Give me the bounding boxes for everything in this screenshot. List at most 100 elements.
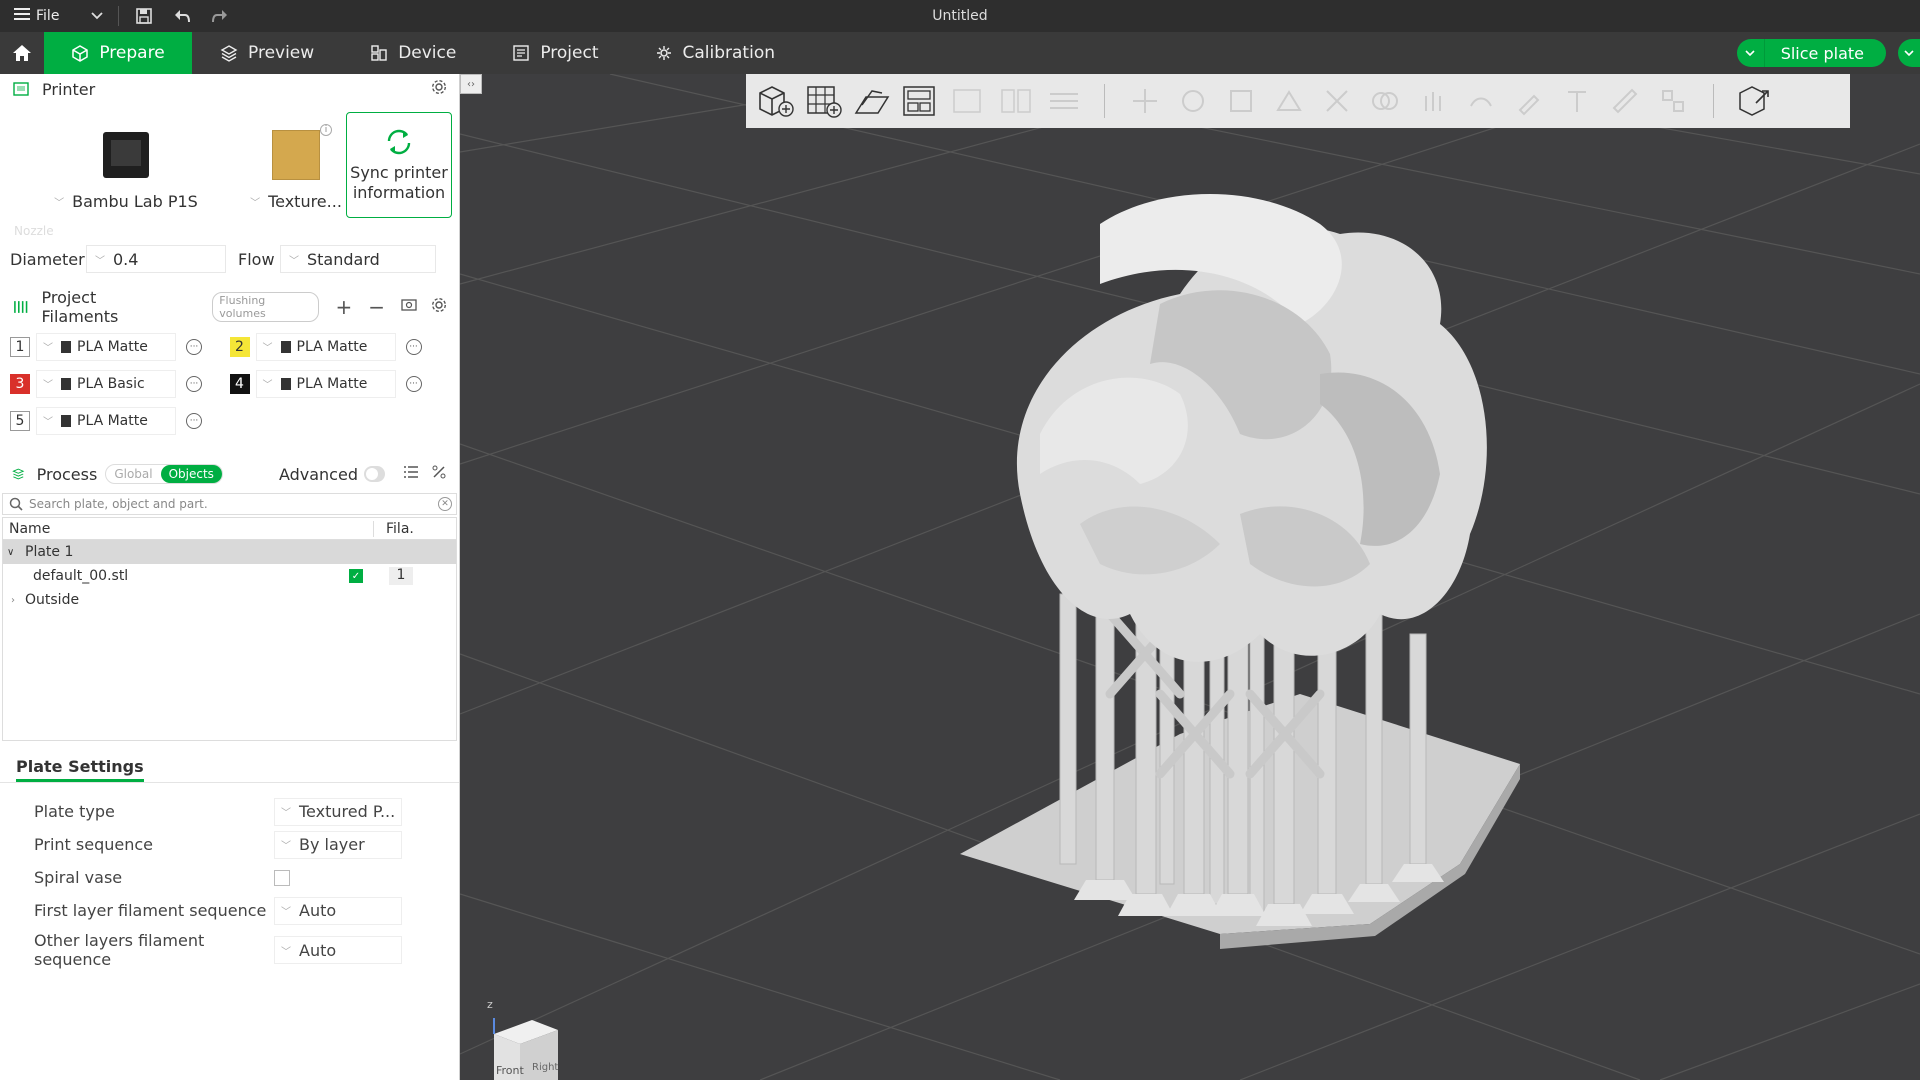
printer-name: Bambu Lab P1S — [72, 192, 198, 211]
text-shape-icon[interactable] — [1553, 77, 1601, 125]
other-layers-sequence-select[interactable]: ﹀ Auto — [274, 936, 402, 964]
first-layer-sequence-row: First layer filament sequence ﹀ Auto — [0, 894, 459, 927]
measure-icon[interactable] — [1601, 77, 1649, 125]
process-scope-toggle[interactable]: Global Objects — [105, 464, 223, 484]
layers-editing-icon[interactable] — [1040, 77, 1088, 125]
first-layer-sequence-label: First layer filament sequence — [34, 901, 267, 920]
clear-search-icon[interactable]: ✕ — [438, 497, 452, 511]
tab-prepare-label: Prepare — [99, 43, 165, 63]
move-icon[interactable] — [1121, 77, 1169, 125]
sync-label-line1: Sync printer — [350, 163, 448, 182]
filament-brand-icon — [280, 377, 291, 390]
chevron-down-icon[interactable] — [90, 11, 104, 21]
filament-sync-icon[interactable] — [401, 297, 419, 317]
slice-plate-button[interactable]: Slice plate — [1764, 39, 1886, 67]
view-settings-icon[interactable] — [1730, 77, 1778, 125]
collapse-sidebar-button[interactable]: ‹› — [460, 74, 482, 94]
filament-slot-2[interactable]: 2 ﹀ PLA Matte ··· — [229, 332, 450, 361]
more-icon[interactable]: ··· — [186, 412, 202, 429]
rotate-icon[interactable] — [1169, 77, 1217, 125]
filament-slot-1[interactable]: 1 ﹀ PLA Matte ··· — [10, 332, 230, 361]
arrange-icon[interactable] — [896, 77, 944, 125]
color-painting-icon[interactable] — [1505, 77, 1553, 125]
tab-calibration-label: Calibration — [682, 43, 776, 63]
remove-filament-icon[interactable]: − — [368, 295, 385, 319]
file-menu[interactable]: File — [0, 0, 98, 32]
object-visible-checkbox[interactable]: ✓ — [349, 569, 363, 583]
plate-row[interactable]: ∨ Plate 1 — [3, 540, 456, 564]
layers-icon — [220, 45, 238, 62]
tab-project[interactable]: Project — [484, 32, 626, 74]
printer-select[interactable]: ﹀ Bambu Lab P1S — [6, 112, 246, 224]
outside-row[interactable]: › Outside — [3, 588, 456, 612]
assembly-icon[interactable] — [1649, 77, 1697, 125]
filament-name: PLA Matte — [296, 375, 368, 392]
3d-viewport[interactable]: z Front Right — [460, 74, 1920, 1080]
split-objects-icon[interactable] — [944, 77, 992, 125]
boolean-icon[interactable] — [1361, 77, 1409, 125]
tab-project-label: Project — [540, 43, 599, 63]
global-option[interactable]: Global — [106, 465, 160, 483]
object-row[interactable]: default_00.stl ✓ 1 — [3, 564, 456, 588]
search-input[interactable]: Search plate, object and part. — [29, 497, 208, 511]
objects-option[interactable]: Objects — [160, 465, 222, 483]
flow-select[interactable]: ﹀ Standard — [280, 245, 436, 273]
scale-icon[interactable] — [1217, 77, 1265, 125]
main-tab-bar: Prepare Preview Device Project Calibrati… — [0, 32, 1920, 74]
object-search[interactable]: Search plate, object and part. ✕ — [2, 493, 457, 515]
filament-icon — [14, 301, 28, 313]
plate-settings-tab[interactable]: Plate Settings — [0, 753, 459, 783]
home-icon — [13, 45, 31, 61]
add-filament-icon[interactable]: + — [335, 295, 352, 319]
advanced-toggle[interactable] — [363, 466, 385, 482]
cube-icon — [72, 45, 89, 62]
print-sequence-select[interactable]: ﹀ By layer — [274, 830, 402, 859]
add-object-icon[interactable] — [752, 77, 800, 125]
tab-preview[interactable]: Preview — [192, 32, 342, 74]
print-dropdown-button[interactable] — [1898, 39, 1920, 67]
diameter-select[interactable]: ﹀ 0.4 — [86, 245, 226, 273]
first-layer-sequence-select[interactable]: ﹀ Auto — [274, 896, 402, 925]
lay-on-face-icon[interactable] — [1265, 77, 1313, 125]
more-icon[interactable]: ··· — [405, 375, 422, 392]
split-parts-icon[interactable] — [992, 77, 1040, 125]
add-plate-icon[interactable] — [800, 77, 848, 125]
object-filament[interactable]: 1 — [389, 567, 413, 585]
slice-dropdown-button[interactable] — [1736, 39, 1765, 67]
more-icon[interactable]: ··· — [186, 375, 202, 392]
spiral-vase-checkbox[interactable] — [274, 869, 290, 886]
expand-icon[interactable]: › — [3, 595, 19, 606]
undo-icon[interactable] — [171, 5, 193, 27]
auto-orient-icon[interactable] — [848, 77, 896, 125]
filament-settings-icon[interactable] — [431, 297, 447, 317]
list-icon[interactable] — [403, 465, 419, 483]
plate-type-select[interactable]: ﹀ Textured P... — [274, 797, 402, 826]
title-bar: Untitled File — [0, 0, 1920, 32]
tab-device[interactable]: Device — [342, 32, 484, 74]
cut-icon[interactable] — [1313, 77, 1361, 125]
support-painting-icon[interactable] — [1409, 77, 1457, 125]
info-icon[interactable]: i — [320, 124, 332, 136]
seam-painting-icon[interactable] — [1457, 77, 1505, 125]
printer-settings-icon[interactable] — [431, 79, 447, 99]
chevron-down-icon: ﹀ — [289, 255, 299, 267]
first-layer-sequence-value: Auto — [299, 901, 337, 920]
filament-slot-3[interactable]: 3 ﹀ PLA Basic ··· — [10, 369, 230, 398]
save-icon[interactable] — [133, 5, 155, 27]
nozzle-label: Nozzle — [14, 224, 54, 238]
flushing-volumes-button[interactable]: Flushing volumes — [212, 292, 320, 322]
filament-slot-4[interactable]: 4 ﹀ PLA Matte ··· — [229, 369, 450, 398]
percent-icon[interactable] — [431, 464, 447, 484]
plate-type-select[interactable]: i ﹀ Texture... — [246, 112, 346, 224]
redo-icon[interactable] — [209, 5, 231, 27]
tab-prepare[interactable]: Prepare — [44, 32, 192, 74]
more-icon[interactable]: ··· — [186, 338, 202, 355]
chevron-down-icon: ﹀ — [95, 255, 105, 267]
navigation-cube[interactable]: z Front Right — [482, 998, 558, 1080]
home-button[interactable] — [0, 32, 44, 74]
sync-printer-button[interactable]: Sync printer information — [346, 112, 452, 218]
tab-calibration[interactable]: Calibration — [627, 32, 804, 74]
expand-icon[interactable]: ∨ — [3, 547, 19, 558]
filament-slot-5[interactable]: 5 ﹀ PLA Matte ··· — [10, 406, 240, 435]
more-icon[interactable]: ··· — [405, 338, 422, 355]
